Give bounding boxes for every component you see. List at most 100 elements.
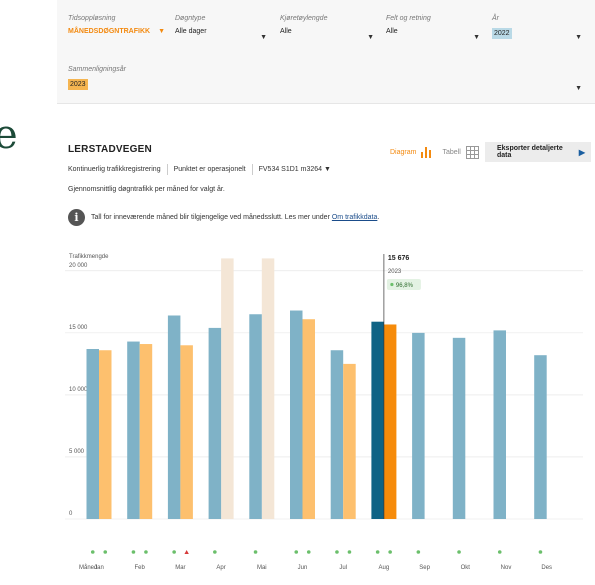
left-edge: e — [0, 0, 18, 585]
filter-tidsopplosning[interactable]: Tidsoppløsning MÅNEDSDØGNTRAFIKK ▼ — [68, 15, 165, 35]
station-meta: Kontinuerlig trafikkregistrering Punktet… — [68, 164, 331, 175]
status-dot-2022 — [213, 550, 217, 554]
bar-2022 — [290, 310, 303, 519]
export-label: Eksporter detaljerte data — [497, 145, 563, 159]
filter-panel: Tidsoppløsning MÅNEDSDØGNTRAFIKK ▼ Døgnt… — [57, 0, 595, 104]
status-dot-2023 — [347, 550, 352, 554]
divider — [166, 164, 168, 175]
x-tick-label: Jul — [339, 565, 347, 571]
x-tick-label: Apr — [216, 565, 225, 571]
tooltip-year: 2023 — [388, 269, 402, 275]
station-panel: LERSTADVEGEN Kontinuerlig trafikkregistr… — [57, 104, 595, 585]
bar-2023 — [139, 344, 153, 519]
filter-ar[interactable]: År 2022 ▼ — [492, 15, 582, 41]
info-text: Tall for inneværende måned blir tilgjeng… — [91, 214, 379, 221]
x-tick-label: Des — [541, 565, 552, 571]
filter-label: Felt og retning — [386, 15, 431, 22]
bar-2022 — [371, 321, 384, 519]
filter-value: MÅNEDSDØGNTRAFIKK ▼ — [68, 28, 165, 35]
bar-2023 — [383, 324, 397, 519]
x-tick-label: Jun — [298, 565, 308, 571]
brand-glyph: e — [0, 112, 18, 158]
table-icon[interactable] — [465, 146, 479, 159]
filter-value-text: MÅNEDSDØGNTRAFIKK — [68, 28, 151, 35]
road-ref-dropdown[interactable]: FV534 S1D1 m3264 ▼ — [259, 166, 331, 173]
tooltip-change: 96,8% — [396, 283, 414, 289]
caret-down-icon: ▼ — [324, 166, 331, 173]
filter-felt-og-retning[interactable]: Felt og retning Alle ▼ — [386, 15, 480, 41]
bar-2022 — [208, 327, 222, 519]
status-dot-2023 — [306, 550, 311, 554]
x-tick-label: Mar — [175, 565, 185, 571]
filter-kjoretoylengde[interactable]: Kjøretøylengde Alle ▼ — [280, 15, 374, 41]
road-ref-text: FV534 S1D1 m3264 — [258, 166, 323, 173]
x-tick-label: Mai — [257, 565, 267, 571]
tooltip-value: 15 676 — [388, 255, 410, 262]
bar-2023 — [180, 345, 193, 519]
comparison-year-selected: 2023 — [68, 79, 88, 90]
diagram-toggle[interactable]: Diagram — [390, 149, 416, 156]
bar-2022 — [330, 350, 344, 519]
status-warning-icon — [184, 550, 189, 554]
x-tick-label: Aug — [379, 565, 390, 571]
om-trafikkdata-link[interactable]: Om trafikkdata — [332, 214, 378, 221]
x-tick-label: Okt — [461, 565, 471, 571]
bar-2022 — [167, 315, 181, 519]
station-type: Kontinuerlig trafikkregistrering — [68, 166, 161, 173]
info-text-body: Tall for inneværende måned blir tilgjeng… — [91, 214, 332, 221]
bar-2023 — [99, 350, 112, 519]
chevron-down-icon: ▼ — [575, 85, 582, 92]
filter-value: 2023 — [68, 79, 582, 90]
filter-value: 2022 — [492, 28, 582, 39]
x-tick-label: Jan — [94, 565, 104, 571]
y-tick-label: 15 000 — [69, 325, 88, 331]
filter-value: Alle dager — [175, 28, 207, 35]
bar-2022 — [452, 337, 466, 519]
y-tick-label: 20 000 — [69, 263, 88, 269]
bar-2022 — [249, 314, 262, 519]
divider — [251, 164, 253, 175]
status-dot-2022 — [294, 550, 299, 554]
info-text-end: . — [377, 214, 380, 221]
x-tick-label: Nov — [501, 565, 512, 571]
export-button[interactable]: Eksporter detaljerte data ▶ — [485, 142, 591, 162]
view-toggle: Diagram Tabell — [390, 146, 479, 159]
x-tick-label: Feb — [135, 565, 146, 571]
chevron-down-icon: ▼ — [367, 34, 374, 41]
status-dot-2023 — [103, 550, 108, 554]
filter-sammenligningsar[interactable]: Sammenligningsår 2023 ▼ — [68, 66, 582, 92]
bar-2022 — [127, 341, 140, 519]
status-dot-2023 — [388, 550, 392, 554]
status-dot-2022 — [90, 550, 95, 554]
status-dot-2022 — [375, 550, 380, 554]
bar-2023 — [302, 319, 315, 519]
status-dot-2022 — [253, 550, 258, 554]
status-dot-2022 — [457, 550, 461, 554]
status-dot-2022 — [335, 550, 339, 554]
filter-value: Alle — [386, 28, 398, 35]
status-dot-2022 — [538, 550, 543, 554]
tabell-toggle[interactable]: Tabell — [442, 149, 460, 156]
filter-label: År — [492, 15, 499, 22]
chevron-down-icon: ▼ — [260, 34, 267, 41]
y-tick-label: 10 000 — [69, 387, 88, 393]
change-dot — [390, 282, 394, 287]
y-axis-title: Trafikkmengde — [69, 254, 109, 260]
x-tick-label: Sep — [419, 565, 430, 571]
traffic-bar-chart: Trafikkmengde05 00010 00015 00020 000Mån… — [65, 254, 583, 571]
filter-label: Sammenligningsår — [68, 66, 126, 73]
status-dot-2023 — [144, 550, 148, 554]
chevron-right-icon: ▶ — [578, 147, 585, 157]
chart-description: Gjennomsnittlig døgntrafikk per måned fo… — [68, 186, 225, 193]
bar-2022 — [412, 332, 425, 519]
chevron-down-icon: ▼ — [158, 28, 165, 35]
bar-placeholder — [261, 258, 275, 519]
filter-value: Alle — [280, 28, 292, 35]
bar-chart-icon[interactable] — [421, 147, 432, 158]
chevron-down-icon: ▼ — [575, 34, 582, 41]
year-selected: 2022 — [492, 28, 512, 39]
filter-dogntype[interactable]: Døgntype Alle dager ▼ — [175, 15, 267, 41]
y-tick-label: 0 — [69, 511, 73, 517]
bar-2022 — [493, 330, 506, 519]
bar-2022 — [86, 348, 99, 519]
